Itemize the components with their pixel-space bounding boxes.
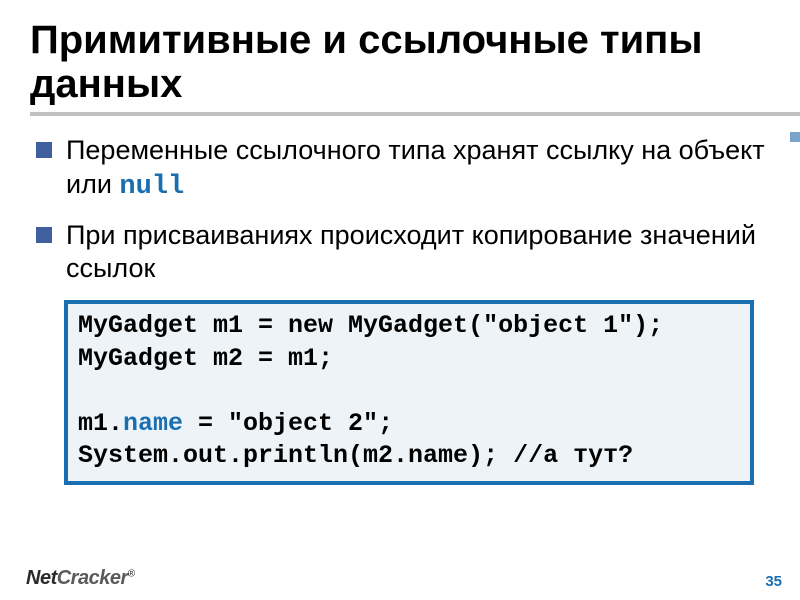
bullet-item: При присваиваниях происходит копирование… bbox=[36, 219, 770, 287]
code-line: MyGadget m2 = m1; bbox=[78, 344, 333, 373]
logo: NetCracker® bbox=[26, 567, 135, 590]
bullet-text: При присваиваниях происходит копирование… bbox=[66, 219, 770, 287]
registered-icon: ® bbox=[128, 568, 135, 579]
code-line: MyGadget m1 = new MyGadget("object 1"); bbox=[78, 311, 663, 340]
page-number: 35 bbox=[765, 573, 782, 590]
code-block: MyGadget m1 = new MyGadget("object 1"); … bbox=[64, 300, 754, 485]
code-line: System.out.println(m2.name); //а тут? bbox=[78, 441, 633, 470]
bullet-item: Переменные ссылочного типа хранят ссылку… bbox=[36, 134, 770, 205]
bullet-icon bbox=[36, 227, 52, 243]
footer: NetCracker® 35 bbox=[26, 567, 782, 590]
code-line-part: = "object 2"; bbox=[183, 409, 393, 438]
code-property: name bbox=[123, 409, 183, 438]
slide-title: Примитивные и ссылочные типы данных bbox=[30, 18, 770, 106]
logo-part-a: Net bbox=[26, 567, 57, 589]
bullet-icon bbox=[36, 142, 52, 158]
content-area: Переменные ссылочного типа хранят ссылку… bbox=[30, 116, 770, 485]
code-keyword-null: null bbox=[119, 172, 184, 202]
bullet-text: Переменные ссылочного типа хранят ссылку… bbox=[66, 134, 770, 205]
code-line-part: m1. bbox=[78, 409, 123, 438]
logo-part-b: Cracker bbox=[57, 567, 128, 589]
bullet-text-main: При присваиваниях происходит копирование… bbox=[66, 220, 756, 284]
side-marker-icon bbox=[790, 132, 800, 142]
slide: Примитивные и ссылочные типы данных Пере… bbox=[0, 0, 800, 600]
